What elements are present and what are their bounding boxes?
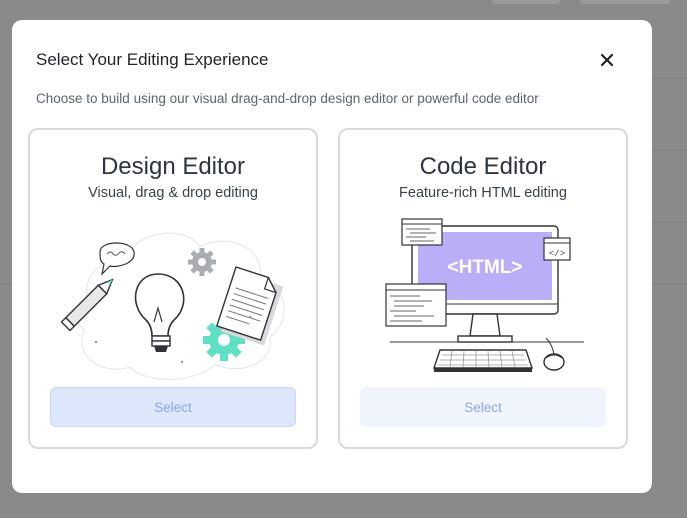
card-subtitle: Feature-rich HTML editing xyxy=(399,185,567,201)
background-tab xyxy=(580,0,670,4)
select-code-editor-button[interactable]: Select xyxy=(360,387,606,427)
background-divider xyxy=(0,284,12,285)
background-divider xyxy=(652,222,687,223)
background-divider xyxy=(652,78,687,79)
computer-monitor-illustration: <HTML> </> xyxy=(385,218,584,372)
modal-title: Select Your Editing Experience xyxy=(36,50,269,69)
card-title: Code Editor xyxy=(419,153,547,180)
background-divider xyxy=(652,284,687,285)
code-badge-label: </> xyxy=(549,249,565,259)
background-divider xyxy=(652,150,687,151)
design-editor-card[interactable]: Design Editor Visual, drag & drop editin… xyxy=(28,128,318,449)
modal-subtitle: Choose to build using our visual drag-an… xyxy=(36,91,539,106)
lightbulb-gear-document-illustration xyxy=(60,232,285,380)
card-title: Design Editor xyxy=(100,153,246,180)
card-subtitle: Visual, drag & drop editing xyxy=(88,185,258,201)
monitor-html-label: <HTML> xyxy=(448,257,523,278)
close-icon xyxy=(600,53,614,67)
code-editor-card[interactable]: Code Editor Feature-rich HTML editing <H… xyxy=(338,128,628,449)
background-tab xyxy=(492,0,560,4)
editor-selection-modal: Select Your Editing Experience Choose to… xyxy=(12,20,652,493)
select-design-editor-button[interactable]: Select xyxy=(50,387,296,427)
close-button[interactable] xyxy=(596,49,618,71)
